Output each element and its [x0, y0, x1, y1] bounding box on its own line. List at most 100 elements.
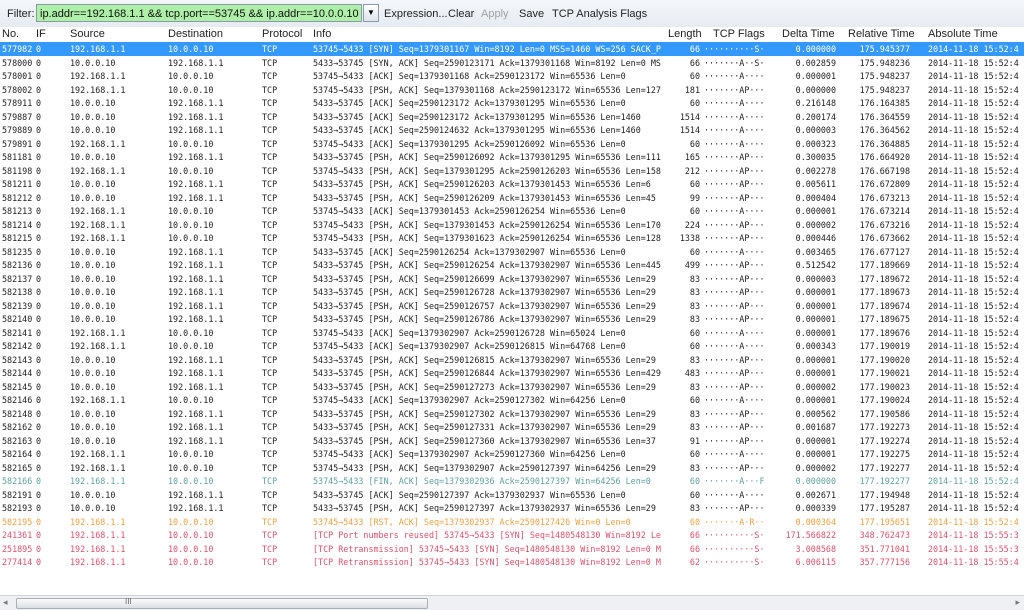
- column-header-tcp-flags[interactable]: TCP Flags: [713, 28, 765, 40]
- cell-packet-number: 582144: [2, 368, 33, 378]
- cell-absolute-time: 2014-11-18 15:52:4: [928, 422, 1019, 432]
- column-header-delta-time[interactable]: Delta Time: [782, 28, 835, 40]
- packet-row[interactable]: 582195 0 192.168.1.1 10.0.0.10 TCP 53745→5433…: [0, 515, 1024, 529]
- cell-relative-time: 176.673216: [859, 219, 910, 230]
- packet-row[interactable]: 277414 0 192.168.1.1 10.0.0.10 TCP [TCP Retra…: [0, 555, 1024, 569]
- packet-row[interactable]: 582148 0 10.0.0.10 192.168.1.1 TCP 5433→53745…: [0, 407, 1024, 421]
- packet-row[interactable]: 581214 0 192.168.1.1 10.0.0.10 TCP 53745→5433…: [0, 218, 1024, 232]
- cell-info: 5433→53745 [ACK] Seq=2590126254 Ack=1379…: [313, 246, 626, 257]
- packet-row[interactable]: 581213 0 192.168.1.1 10.0.0.10 TCP 53745→5433…: [0, 204, 1024, 218]
- packet-row[interactable]: 581235 0 10.0.0.10 192.168.1.1 TCP 5433→53745…: [0, 245, 1024, 259]
- column-header-info[interactable]: Info: [313, 28, 331, 40]
- cell-info: 53745→5433 [PSH, ACK] Seq=1379301453 Ack…: [313, 219, 661, 230]
- packet-row[interactable]: 582137 0 10.0.0.10 192.168.1.1 TCP 5433→53745…: [0, 272, 1024, 286]
- column-header-source[interactable]: Source: [70, 28, 105, 40]
- packet-row[interactable]: 582191 0 10.0.0.10 192.168.1.1 TCP 5433→53745…: [0, 488, 1024, 502]
- packet-row[interactable]: 241361 0 192.168.1.1 10.0.0.10 TCP [TCP Port …: [0, 528, 1024, 542]
- cell-length: 60: [689, 138, 700, 149]
- packet-row[interactable]: 579891 0 192.168.1.1 10.0.0.10 TCP 53745→5433…: [0, 137, 1024, 151]
- packet-row[interactable]: 582145 0 10.0.0.10 192.168.1.1 TCP 5433→53745…: [0, 380, 1024, 394]
- cell-info: 53745→5433 [PSH, ACK] Seq=1379302907 Ack…: [313, 462, 656, 473]
- packet-row[interactable]: 578001 0 192.168.1.1 10.0.0.10 TCP 53745→5433…: [0, 69, 1024, 83]
- column-header-length[interactable]: Length: [668, 28, 702, 40]
- packet-row[interactable]: 578911 0 10.0.0.10 192.168.1.1 TCP 5433→53745…: [0, 96, 1024, 110]
- cell-source: 10.0.0.10: [70, 152, 116, 162]
- packet-row[interactable]: 582162 0 10.0.0.10 192.168.1.1 TCP 5433→53745…: [0, 420, 1024, 434]
- cell-length: 483: [684, 368, 700, 378]
- cell-protocol: TCP: [262, 462, 278, 473]
- save-button[interactable]: Save: [519, 8, 544, 20]
- cell-length: 60: [689, 98, 700, 108]
- packet-row[interactable]: 577982 0 192.168.1.1 10.0.0.10 TCP 53745→5433…: [0, 42, 1024, 56]
- cell-info: 5433→53745 [PSH, ACK] Seq=2590127331 Ack…: [313, 422, 656, 432]
- packet-row[interactable]: 582193 0 10.0.0.10 192.168.1.1 TCP 5433→53745…: [0, 501, 1024, 515]
- tcp-analysis-flags-button[interactable]: TCP Analysis Flags: [552, 8, 647, 20]
- packet-row[interactable]: 581212 0 10.0.0.10 192.168.1.1 TCP 5433→53745…: [0, 191, 1024, 205]
- cell-info: 53745→5433 [RST, ACK] Seq=1379302937 Ack…: [313, 516, 631, 527]
- packet-row[interactable]: 581215 0 192.168.1.1 10.0.0.10 TCP 53745→5433…: [0, 231, 1024, 245]
- cell-length: 83: [689, 300, 700, 311]
- cell-packet-number: 581214: [2, 219, 33, 230]
- horizontal-scrollbar[interactable]: ◂ III ▸: [0, 595, 1024, 610]
- cell-delta-time: 0.000002: [795, 381, 836, 392]
- column-header-no[interactable]: No.: [2, 28, 19, 40]
- expression-button[interactable]: Expression...: [384, 8, 448, 20]
- column-header-absolute-time[interactable]: Absolute Time: [928, 28, 998, 40]
- packet-row[interactable]: 579887 0 10.0.0.10 192.168.1.1 TCP 5433→53745…: [0, 110, 1024, 124]
- cell-tcp-flags: ·······A····: [704, 206, 765, 216]
- packet-row[interactable]: 582136 0 10.0.0.10 192.168.1.1 TCP 5433→53745…: [0, 258, 1024, 272]
- packet-row[interactable]: 582143 0 10.0.0.10 192.168.1.1 TCP 5433→53745…: [0, 353, 1024, 367]
- cell-destination: 10.0.0.10: [168, 341, 214, 351]
- cell-protocol: TCP: [262, 273, 278, 284]
- cell-protocol: TCP: [262, 98, 278, 108]
- apply-button[interactable]: Apply: [481, 8, 509, 20]
- cell-delta-time: 0.000001: [795, 71, 836, 81]
- packet-row[interactable]: 581181 0 10.0.0.10 192.168.1.1 TCP 5433→53745…: [0, 150, 1024, 164]
- column-header-relative-time[interactable]: Relative Time: [848, 28, 915, 40]
- cell-delta-time: 0.002859: [795, 57, 836, 68]
- packet-row[interactable]: 582164 0 192.168.1.1 10.0.0.10 TCP 53745→5433…: [0, 447, 1024, 461]
- cell-absolute-time: 2014-11-18 15:52:4: [928, 206, 1019, 216]
- cell-destination: 192.168.1.1: [168, 422, 224, 432]
- cell-packet-number: 582146: [2, 395, 33, 405]
- packet-row[interactable]: 578000 0 10.0.0.10 192.168.1.1 TCP 5433→53745…: [0, 56, 1024, 70]
- column-header-destination[interactable]: Destination: [168, 28, 223, 40]
- packet-row[interactable]: 582163 0 10.0.0.10 192.168.1.1 TCP 5433→53745…: [0, 434, 1024, 448]
- packet-row[interactable]: 579889 0 10.0.0.10 192.168.1.1 TCP 5433→53745…: [0, 123, 1024, 137]
- packet-row[interactable]: 582146 0 192.168.1.1 10.0.0.10 TCP 53745→5433…: [0, 393, 1024, 407]
- packet-row[interactable]: 581211 0 10.0.0.10 192.168.1.1 TCP 5433→53745…: [0, 177, 1024, 191]
- column-header-protocol[interactable]: Protocol: [262, 28, 302, 40]
- cell-absolute-time: 2014-11-18 15:52:4: [928, 368, 1019, 378]
- cell-protocol: TCP: [262, 233, 278, 243]
- clear-button[interactable]: Clear: [448, 8, 474, 20]
- packet-row[interactable]: 582165 0 192.168.1.1 10.0.0.10 TCP 53745→5433…: [0, 461, 1024, 475]
- cell-protocol: TCP: [262, 71, 278, 81]
- packet-row[interactable]: 582166 0 192.168.1.1 10.0.0.10 TCP 53745→5433…: [0, 474, 1024, 488]
- packet-row[interactable]: 581198 0 192.168.1.1 10.0.0.10 TCP 53745→5433…: [0, 164, 1024, 178]
- display-filter-input[interactable]: ip.addr==192.168.1.1 && tcp.port==53745 …: [36, 4, 362, 22]
- cell-protocol: TCP: [262, 422, 278, 432]
- cell-destination: 192.168.1.1: [168, 354, 224, 365]
- packet-row[interactable]: 582138 0 10.0.0.10 192.168.1.1 TCP 5433→53745…: [0, 285, 1024, 299]
- scroll-right-arrow-icon[interactable]: ▸: [1015, 597, 1020, 608]
- packet-row[interactable]: 251895 0 192.168.1.1 10.0.0.10 TCP [TCP Retra…: [0, 542, 1024, 556]
- filter-history-dropdown[interactable]: ▼: [363, 4, 379, 22]
- cell-source: 192.168.1.1: [70, 530, 126, 540]
- cell-interface: 0: [36, 449, 42, 459]
- packet-row[interactable]: 578002 0 192.168.1.1 10.0.0.10 TCP 53745→5433…: [0, 83, 1024, 97]
- scroll-left-arrow-icon[interactable]: ◂: [3, 597, 8, 608]
- cell-tcp-flags: ··········S·: [704, 543, 765, 554]
- packet-row[interactable]: 582144 0 10.0.0.10 192.168.1.1 TCP 5433→53745…: [0, 366, 1024, 380]
- cell-tcp-flags: ·······AP···: [704, 435, 765, 446]
- column-header-if[interactable]: IF: [36, 28, 46, 40]
- packet-row[interactable]: 582142 0 192.168.1.1 10.0.0.10 TCP 53745→5433…: [0, 339, 1024, 353]
- cell-relative-time: 177.190020: [859, 354, 910, 365]
- scrollbar-thumb[interactable]: III: [16, 597, 428, 609]
- cell-absolute-time: 2014-11-18 15:52:4: [928, 192, 1019, 203]
- cell-tcp-flags: ·······A····: [704, 71, 765, 81]
- cell-interface: 0: [36, 273, 42, 284]
- cell-destination: 192.168.1.1: [168, 246, 224, 257]
- packet-row[interactable]: 582139 0 10.0.0.10 192.168.1.1 TCP 5433→53745…: [0, 299, 1024, 313]
- packet-row[interactable]: 582141 0 192.168.1.1 10.0.0.10 TCP 53745→5433…: [0, 326, 1024, 340]
- packet-row[interactable]: 582140 0 10.0.0.10 192.168.1.1 TCP 5433→53745…: [0, 312, 1024, 326]
